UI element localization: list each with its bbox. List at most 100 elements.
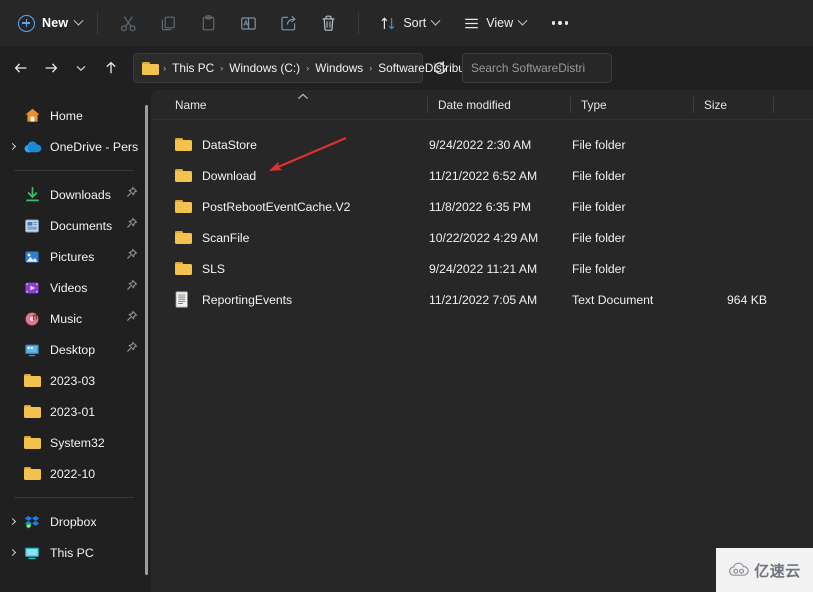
file-date-modified-cell: 9/24/2022 11:21 AM (429, 261, 538, 276)
sidebar-item-system32[interactable]: System32 (4, 427, 142, 458)
back-button[interactable] (6, 53, 36, 83)
breadcrumb-item-windows-c[interactable]: Windows (C:) (225, 58, 304, 78)
pin-icon[interactable] (125, 217, 138, 230)
pin-icon[interactable] (125, 341, 138, 354)
sidebar-item-container: Home OneDrive - Pers Downloads Documents Pic… (0, 90, 150, 568)
back-arrow-icon (14, 63, 27, 73)
sidebar-item-home[interactable]: Home (4, 100, 142, 131)
up-button[interactable] (96, 53, 126, 83)
chevron-down-icon[interactable] (430, 15, 441, 26)
toolbar: New Sort View (0, 0, 813, 46)
cut-button[interactable] (108, 6, 148, 40)
pin-icon[interactable] (125, 248, 138, 261)
column-header-size[interactable]: Size (694, 90, 773, 120)
file-name-cell: SLS (175, 262, 225, 276)
refresh-button[interactable] (426, 54, 454, 82)
forward-button[interactable] (36, 53, 66, 83)
copy-button[interactable] (148, 6, 188, 40)
column-header-type[interactable]: Type (571, 90, 693, 120)
expand-chevron-icon[interactable] (4, 142, 20, 151)
sidebar-scrollbar-thumb[interactable] (145, 105, 148, 575)
sidebar-item-this-pc[interactable]: This PC (4, 537, 142, 568)
file-date-modified-cell: 11/21/2022 6:52 AM (429, 168, 538, 183)
file-type-cell: File folder (572, 137, 626, 152)
view-button[interactable]: View (454, 6, 535, 40)
new-button[interactable]: New (12, 10, 91, 37)
sidebar-item-label: Home (50, 108, 83, 123)
folder-icon (22, 464, 42, 484)
sidebar-item-pictures[interactable]: Pictures (4, 241, 142, 272)
search-box[interactable] (462, 53, 612, 83)
pictures-icon (22, 247, 42, 267)
file-name-cell: ScanFile (175, 231, 249, 245)
pin-icon[interactable] (125, 248, 138, 266)
sidebar-item-label: Downloads (50, 187, 111, 202)
expand-chevron-icon[interactable] (4, 548, 20, 557)
folder-icon (175, 261, 193, 276)
breadcrumb-item-windows[interactable]: Windows (311, 58, 367, 78)
breadcrumb-separator: › (306, 62, 310, 74)
sidebar-item-dropbox[interactable]: Dropbox (4, 506, 142, 537)
text-document-icon (175, 291, 193, 308)
navigation-sidebar[interactable]: Home OneDrive - Pers Downloads Documents Pic… (0, 90, 150, 592)
sidebar-item-label: 2023-01 (50, 404, 96, 419)
onedrive-cloud-icon (22, 137, 42, 157)
sidebar-item-desktop[interactable]: Desktop (4, 334, 142, 365)
table-row[interactable]: Download 11/21/2022 6:52 AM File folder (151, 160, 813, 191)
folder-icon (22, 371, 42, 391)
sidebar-item-2022-10[interactable]: 2022-10 (4, 458, 142, 489)
sidebar-item-documents[interactable]: Documents (4, 210, 142, 241)
sidebar-divider (14, 170, 134, 171)
toolbar-divider (97, 12, 99, 34)
chevron-down-icon[interactable] (517, 15, 528, 26)
column-header-date-modified[interactable]: Date modified (428, 90, 570, 120)
breadcrumb[interactable]: › This PC › Windows (C:) › Windows › Sof… (133, 53, 518, 83)
sidebar-item-2023-01[interactable]: 2023-01 (4, 396, 142, 427)
column-header-size-label: Size (704, 98, 727, 112)
column-divider[interactable] (773, 97, 774, 113)
trash-icon (322, 15, 335, 31)
breadcrumb-item-this-pc[interactable]: This PC (168, 58, 218, 78)
pin-icon[interactable] (125, 341, 138, 359)
table-row[interactable]: ScanFile 10/22/2022 4:29 AM File folder (151, 222, 813, 253)
sort-button[interactable]: Sort (371, 6, 448, 40)
folder-icon (142, 62, 157, 74)
sidebar-item-videos[interactable]: Videos (4, 272, 142, 303)
expand-chevron-icon[interactable] (4, 517, 20, 526)
sidebar-item-2023-03[interactable]: 2023-03 (4, 365, 142, 396)
rename-button[interactable] (228, 6, 268, 40)
forward-arrow-icon (45, 63, 58, 73)
pin-icon[interactable] (125, 310, 138, 328)
column-header-date-label: Date modified (438, 98, 511, 112)
table-row[interactable]: DataStore 9/24/2022 2:30 AM File folder (151, 129, 813, 160)
pin-icon[interactable] (125, 186, 138, 204)
view-button-label: View (486, 16, 514, 30)
search-input[interactable] (471, 61, 603, 75)
sidebar-item-downloads[interactable]: Downloads (4, 179, 142, 210)
breadcrumb-separator: › (369, 62, 373, 74)
pin-icon[interactable] (125, 279, 138, 292)
delete-button[interactable] (308, 6, 348, 40)
recent-locations-button[interactable] (66, 53, 96, 83)
file-name-cell: PostRebootEventCache.V2 (175, 200, 350, 214)
up-arrow-icon (106, 61, 116, 74)
chevron-down-icon[interactable] (73, 15, 84, 26)
table-row[interactable]: ReportingEvents 11/21/2022 7:05 AM Text Do… (151, 284, 813, 315)
file-date-modified-cell: 11/21/2022 7:05 AM (429, 292, 538, 307)
pin-icon[interactable] (125, 279, 138, 297)
pin-icon[interactable] (125, 186, 138, 199)
column-header-name-label: Name (175, 98, 207, 112)
pin-icon[interactable] (125, 217, 138, 235)
paste-button[interactable] (188, 6, 228, 40)
watermark-text: 亿速云 (754, 561, 801, 580)
more-options-button[interactable] (543, 6, 577, 40)
sidebar-item-music[interactable]: Music (4, 303, 142, 334)
table-row[interactable]: SLS 9/24/2022 11:21 AM File folder (151, 253, 813, 284)
table-row[interactable]: PostRebootEventCache.V2 11/8/2022 6:35 PM… (151, 191, 813, 222)
column-header-name[interactable]: Name (165, 90, 427, 120)
share-button[interactable] (268, 6, 308, 40)
music-icon (22, 309, 42, 329)
pin-icon[interactable] (125, 310, 138, 323)
sidebar-item-onedrive-pers[interactable]: OneDrive - Pers (4, 131, 142, 162)
file-list-pane: Name Date modified Type Size DataStore 9/… (151, 90, 813, 592)
